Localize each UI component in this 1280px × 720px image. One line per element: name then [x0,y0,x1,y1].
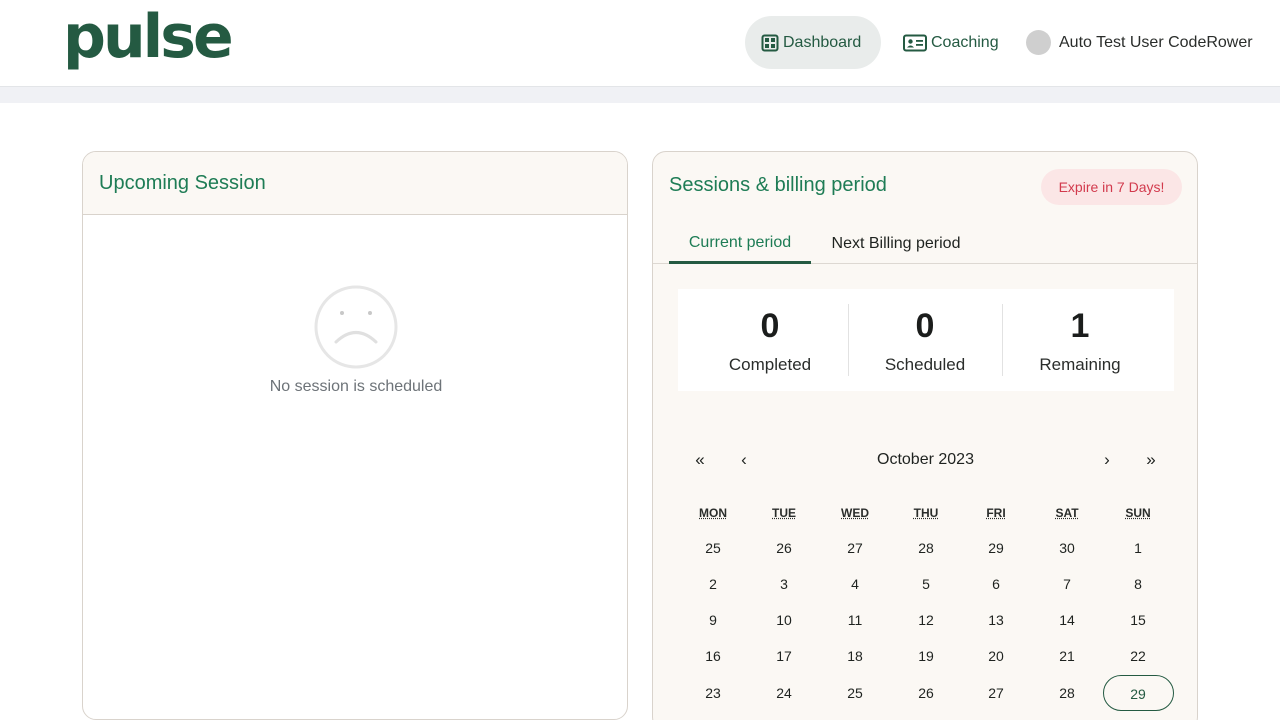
calendar-day[interactable]: 4 [820,566,891,602]
expire-badge: Expire in 7 Days! [1041,169,1182,205]
calendar-day[interactable]: 21 [1032,638,1103,674]
dashboard-icon [761,34,779,51]
calendar-next-year-button[interactable]: » [1139,448,1163,472]
calendar-day[interactable]: 18 [820,638,891,674]
calendar-day[interactable]: 26 [749,530,820,566]
calendar-weekday: TUE [772,506,796,520]
calendar-day[interactable]: 17 [749,638,820,674]
tab-current-period[interactable]: Current period [669,224,811,264]
stat-completed-label: Completed [728,355,812,374]
sessions-billing-card: Sessions & billing period Expire in 7 Da… [652,151,1198,720]
calendar-day[interactable]: 28 [1032,675,1103,711]
stat-scheduled: 0 Scheduled [848,289,1002,391]
top-header: pulse Dashboard Coaching Auto Test User … [0,0,1280,87]
calendar-day[interactable]: 3 [749,566,820,602]
stat-completed: 0 Completed [693,289,847,391]
nav-coaching[interactable]: Coaching [903,16,999,69]
id-card-icon [903,34,927,51]
session-stats: 0 Completed 0 Scheduled 1 Remaining [678,289,1174,391]
calendar-weekday: SUN [1125,506,1151,520]
calendar-day[interactable]: 29 [961,530,1032,566]
calendar-day[interactable]: 6 [961,566,1032,602]
sad-face-icon [314,285,398,369]
calendar-day-today[interactable]: 29 [1102,675,1174,711]
stat-remaining-label: Remaining [1039,355,1121,374]
calendar-day[interactable]: 28 [891,530,962,566]
no-session-message: No session is scheduled [269,378,443,395]
calendar-day[interactable]: 25 [678,530,749,566]
calendar-next-month-button[interactable]: › [1095,448,1119,472]
calendar-prev-year-button[interactable]: « [688,448,712,472]
calendar-day[interactable]: 7 [1032,566,1103,602]
calendar-day[interactable]: 16 [678,638,749,674]
calendar-day[interactable]: 8 [1103,566,1174,602]
calendar-day[interactable]: 25 [820,675,891,711]
billing-tabs: Current period Next Billing period [653,224,1197,264]
calendar-prev-month-button[interactable]: ‹ [732,448,756,472]
upcoming-session-header: Upcoming Session [83,152,627,215]
pulse-logo[interactable]: pulse [63,2,234,72]
calendar-day[interactable]: 10 [749,602,820,638]
nav-dashboard-label: Dashboard [783,33,862,51]
calendar-day[interactable]: 27 [961,675,1032,711]
calendar-month-label[interactable]: October 2023 [833,448,1018,472]
stat-remaining-value: 1 [1070,307,1090,345]
calendar-day[interactable]: 5 [891,566,962,602]
calendar-day[interactable]: 19 [891,638,962,674]
calendar-day[interactable]: 12 [891,602,962,638]
calendar-day[interactable]: 27 [820,530,891,566]
stat-scheduled-value: 0 [915,307,935,345]
calendar-day[interactable]: 15 [1103,602,1174,638]
tab-next-billing-period[interactable]: Next Billing period [819,224,973,264]
nav-dashboard[interactable]: Dashboard [745,16,881,69]
calendar-day[interactable]: 20 [961,638,1032,674]
calendar-day[interactable]: 23 [678,675,749,711]
calendar-day[interactable]: 14 [1032,602,1103,638]
stat-completed-value: 0 [760,307,780,345]
calendar-weekday: SAT [1055,506,1079,520]
calendar-day[interactable]: 24 [749,675,820,711]
calendar-weekday: WED [841,506,869,520]
calendar-day[interactable]: 2 [678,566,749,602]
nav-coaching-label: Coaching [931,33,999,51]
calendar-day[interactable]: 26 [891,675,962,711]
user-name: Auto Test User CodeRower [1059,33,1253,51]
calendar-day[interactable]: 22 [1103,638,1174,674]
avatar [1026,30,1051,55]
billing-title: Sessions & billing period [669,174,887,196]
upcoming-session-title: Upcoming Session [99,171,266,194]
calendar-day[interactable]: 11 [820,602,891,638]
calendar-day[interactable]: 13 [961,602,1032,638]
calendar-weekday: FRI [986,506,1006,520]
stat-remaining: 1 Remaining [1003,289,1157,391]
stat-scheduled-label: Scheduled [884,355,966,374]
user-menu[interactable]: Auto Test User CodeRower [1026,16,1253,69]
calendar-weekday: MON [699,506,727,520]
calendar-day[interactable]: 30 [1032,530,1103,566]
upcoming-session-card: Upcoming Session No session is scheduled [82,151,628,720]
calendar-day[interactable]: 9 [678,602,749,638]
calendar-day[interactable]: 1 [1103,530,1174,566]
header-divider-bar [0,87,1280,103]
calendar-weekday: THU [913,506,939,520]
